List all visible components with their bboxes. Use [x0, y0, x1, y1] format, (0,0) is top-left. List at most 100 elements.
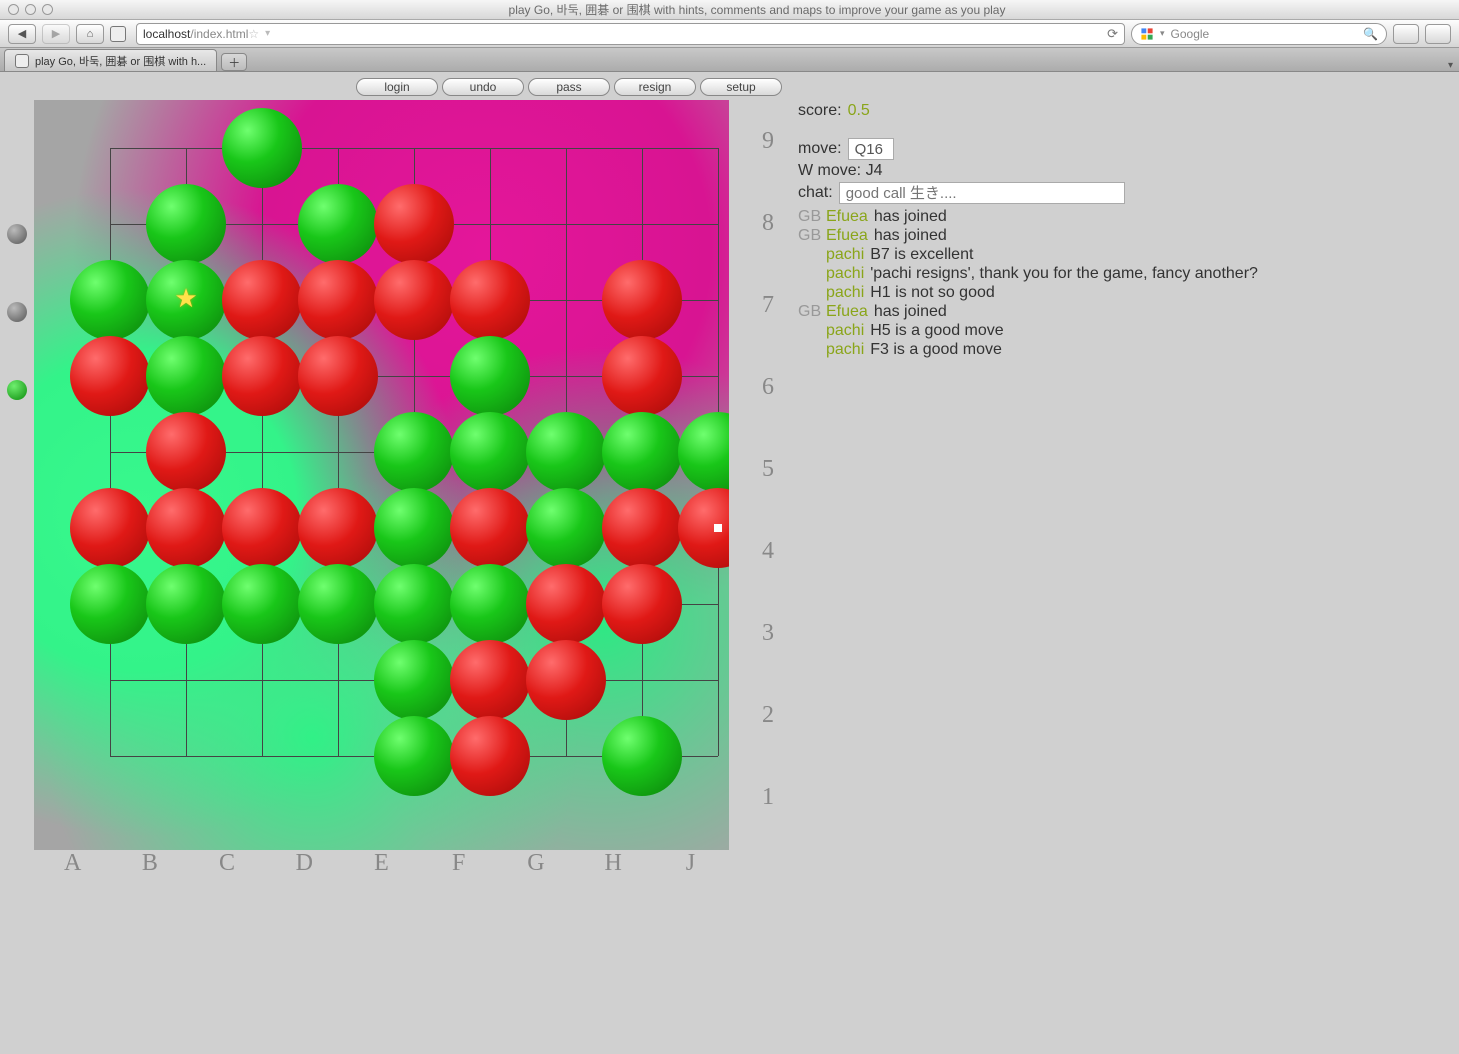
stone-D7[interactable] [298, 260, 378, 340]
login-button[interactable]: login [356, 78, 438, 96]
forward-button[interactable]: ▶ [42, 24, 70, 44]
search-magnifier-icon[interactable]: 🔍 [1363, 27, 1378, 41]
stone-H6[interactable] [602, 336, 682, 416]
chat-line: GBEfueahas joined [798, 303, 1258, 321]
stone-F2[interactable] [450, 640, 530, 720]
stone-B5[interactable] [146, 412, 226, 492]
stone-F4[interactable] [450, 488, 530, 568]
search-dropdown-icon[interactable]: ▾ [1160, 28, 1165, 39]
move-label: move: [798, 140, 842, 158]
score-label: score: [798, 102, 842, 120]
search-bar[interactable]: ▾ Google 🔍 [1131, 23, 1387, 45]
toolbar-extra-button-1[interactable] [1393, 24, 1419, 44]
row-label: 4 [762, 510, 774, 592]
stone-A7[interactable] [70, 260, 150, 340]
stone-B4[interactable] [146, 488, 226, 568]
chat-line: pachiB7 is excellent [798, 246, 1258, 264]
stone-G2[interactable] [526, 640, 606, 720]
go-board[interactable]: ★ [34, 100, 729, 850]
stone-G5[interactable] [526, 412, 606, 492]
stone-F6[interactable] [450, 336, 530, 416]
reload-icon[interactable]: ⟳ [1107, 26, 1118, 42]
address-bar[interactable]: localhost /index.html ☆ ▾ ⟳ [136, 23, 1125, 45]
stone-C6[interactable] [222, 336, 302, 416]
stone-E1[interactable] [374, 716, 454, 796]
chat-user: Efuea [826, 227, 868, 245]
history-caret-icon[interactable]: ▾ [265, 28, 270, 39]
row-label: 3 [762, 592, 774, 674]
stone-E4[interactable] [374, 488, 454, 568]
stone-G4[interactable] [526, 488, 606, 568]
setup-button[interactable]: setup [700, 78, 782, 96]
chat-line: pachi F3 is a good move [798, 341, 1258, 359]
tab-overflow-icon[interactable]: ▾ [1448, 60, 1453, 71]
minimize-dot[interactable] [25, 4, 36, 15]
chat-line: pachiH1 is not so good [798, 284, 1258, 302]
indicator-dot-1[interactable] [7, 224, 27, 244]
indicator-dot-2[interactable] [7, 302, 27, 322]
back-button[interactable]: ◀ [8, 24, 36, 44]
stone-H1[interactable] [602, 716, 682, 796]
chat-line: pachi'pachi resigns', thank you for the … [798, 265, 1258, 283]
chat-message: H1 is not so good [870, 284, 995, 302]
chat-user: Efuea [826, 303, 868, 321]
toolbar-extra-button-2[interactable] [1425, 24, 1451, 44]
chat-prefix: GB [798, 208, 820, 226]
stone-A6[interactable] [70, 336, 150, 416]
stone-H7[interactable] [602, 260, 682, 340]
favicon-cat-icon [110, 26, 126, 42]
close-dot[interactable] [8, 4, 19, 15]
col-label: J [652, 850, 729, 877]
stone-E5[interactable] [374, 412, 454, 492]
stone-D3[interactable] [298, 564, 378, 644]
chat-log: GBEfueahas joinedGBEfueahas joinedpachiB… [798, 208, 1258, 359]
stone-D4[interactable] [298, 488, 378, 568]
col-labels: ABCDEFGHJ [34, 850, 729, 877]
stone-C4[interactable] [222, 488, 302, 568]
new-tab-button[interactable]: ＋ [221, 53, 247, 71]
stone-H4[interactable] [602, 488, 682, 568]
chat-input[interactable] [839, 182, 1125, 204]
stone-H5[interactable] [602, 412, 682, 492]
chat-line: pachiH5 is a good move [798, 322, 1258, 340]
stone-A3[interactable] [70, 564, 150, 644]
undo-button[interactable]: undo [442, 78, 524, 96]
stone-G3[interactable] [526, 564, 606, 644]
search-placeholder: Google [1171, 27, 1210, 41]
zoom-dot[interactable] [42, 4, 53, 15]
stone-F5[interactable] [450, 412, 530, 492]
window-titlebar: play Go, 바둑, 囲碁 or 围棋 with hints, commen… [0, 0, 1459, 20]
stone-A4[interactable] [70, 488, 150, 568]
stone-B3[interactable] [146, 564, 226, 644]
resign-button[interactable]: resign [614, 78, 696, 96]
chat-user: pachi [826, 341, 864, 359]
stone-E3[interactable] [374, 564, 454, 644]
stone-E2[interactable] [374, 640, 454, 720]
side-panel: score: 0.5 move: W move: J4 chat: GBEfue… [774, 100, 1258, 877]
last-move-marker [714, 524, 722, 532]
chat-prefix [798, 341, 820, 359]
stone-F3[interactable] [450, 564, 530, 644]
stone-D6[interactable] [298, 336, 378, 416]
url-host: localhost [143, 27, 190, 41]
tab-title: play Go, 바둑, 囲碁 or 围棋 with h... [35, 53, 206, 69]
stone-C7[interactable] [222, 260, 302, 340]
tab-active[interactable]: play Go, 바둑, 囲碁 or 围棋 with h... [4, 49, 217, 71]
row-label: 8 [762, 182, 774, 264]
stone-E8[interactable] [374, 184, 454, 264]
stone-C3[interactable] [222, 564, 302, 644]
stone-F1[interactable] [450, 716, 530, 796]
move-input[interactable] [848, 138, 894, 160]
chat-message: F3 is a good move [870, 341, 1002, 359]
stone-B8[interactable] [146, 184, 226, 264]
home-button[interactable]: ⌂ [76, 24, 104, 44]
stone-C9[interactable] [222, 108, 302, 188]
stone-F7[interactable] [450, 260, 530, 340]
indicator-dot-3[interactable] [7, 380, 27, 400]
stone-D8[interactable] [298, 184, 378, 264]
bookmark-star-icon[interactable]: ☆ [248, 27, 259, 41]
pass-button[interactable]: pass [528, 78, 610, 96]
stone-H3[interactable] [602, 564, 682, 644]
stone-B6[interactable] [146, 336, 226, 416]
stone-E7[interactable] [374, 260, 454, 340]
